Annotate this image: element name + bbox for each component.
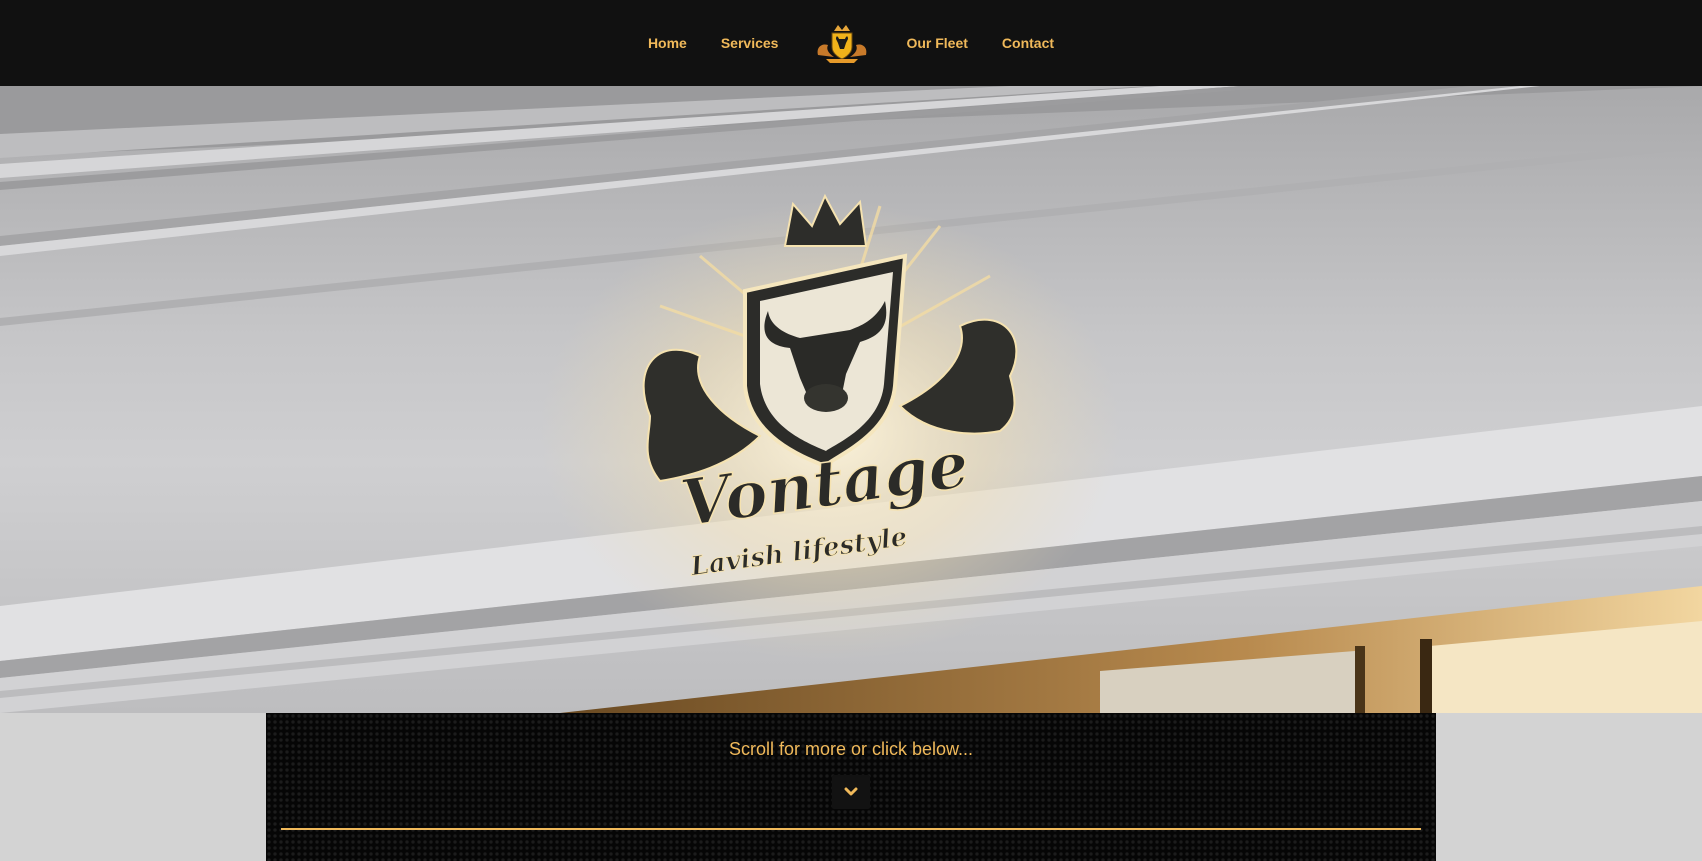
nav-link-services[interactable]: Services	[721, 35, 779, 51]
scroll-hint-text: Scroll for more or click below...	[728, 739, 974, 759]
nav-link-home[interactable]: Home	[648, 35, 687, 51]
storefront-sign-image: Vontage Lavish lifestyle	[0, 86, 1702, 713]
top-navigation: Home Services Our Fleet Contact	[0, 0, 1702, 86]
nav-link-contact[interactable]: Contact	[1002, 35, 1054, 51]
nav-link-our-fleet[interactable]: Our Fleet	[906, 35, 967, 51]
scroll-down-button[interactable]	[832, 775, 870, 809]
scroll-cta-panel: Scroll for more or click below...	[266, 713, 1436, 861]
gold-divider	[281, 828, 1421, 830]
chevron-down-icon	[844, 787, 858, 796]
bull-crest-logo-icon[interactable]	[812, 21, 872, 65]
hero-banner: Vontage Lavish lifestyle	[0, 86, 1702, 713]
